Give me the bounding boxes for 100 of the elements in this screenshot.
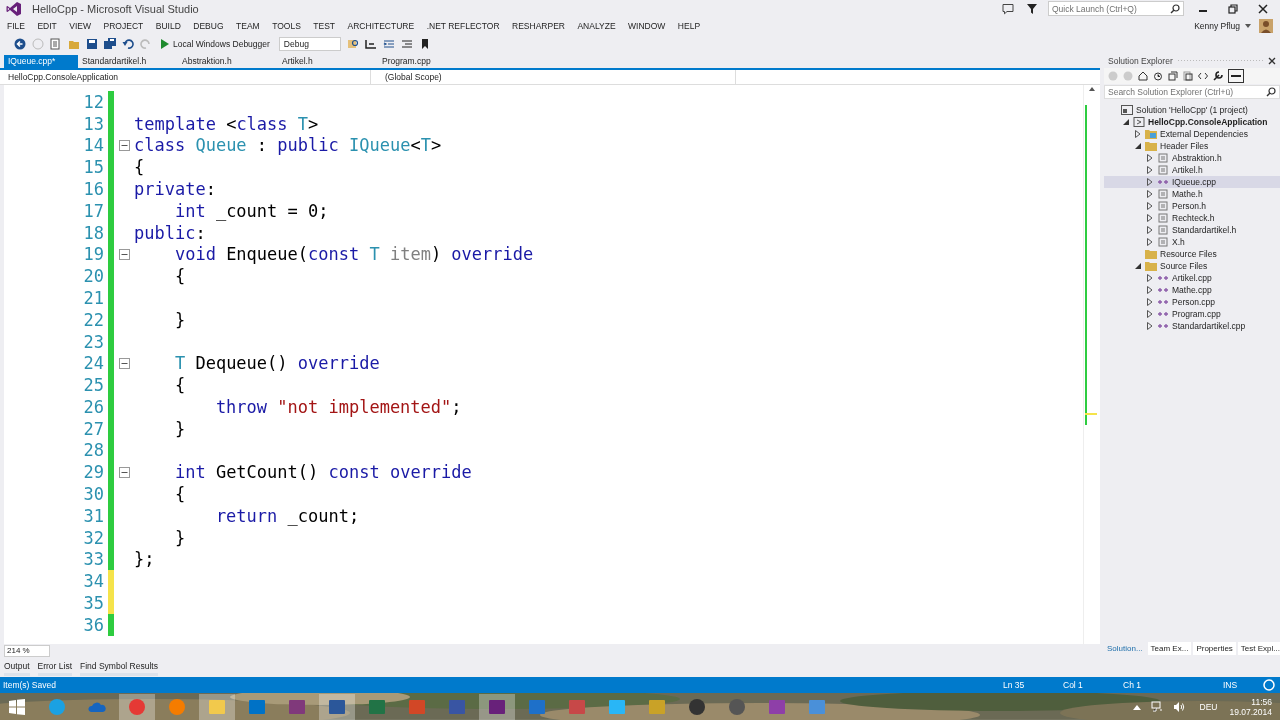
tree-row[interactable]: Person.cpp bbox=[1104, 295, 1280, 308]
tree-row[interactable]: Resource Files bbox=[1104, 247, 1280, 260]
zoom-dropdown[interactable]: 214 % bbox=[4, 644, 50, 657]
tree-row[interactable]: Abstraktion.h bbox=[1104, 151, 1280, 164]
speaker-icon[interactable] bbox=[1172, 700, 1185, 713]
tree-item-label[interactable]: Abstraktion.h bbox=[1172, 152, 1222, 163]
collapsed-arrow-icon[interactable] bbox=[1147, 321, 1153, 330]
clock-date[interactable]: 19.07.2014 bbox=[1229, 706, 1272, 717]
menu-item[interactable]: ARCHITECTURE bbox=[347, 20, 415, 31]
restore-icon[interactable] bbox=[1228, 3, 1238, 14]
tree-item-label[interactable]: Artikel.cpp bbox=[1172, 272, 1212, 283]
tree-item-label[interactable]: Artikel.h bbox=[1172, 164, 1203, 175]
network-icon[interactable] bbox=[1150, 700, 1163, 713]
tree-row[interactable]: Artikel.h bbox=[1104, 163, 1280, 176]
tree-row[interactable]: Rechteck.h bbox=[1104, 211, 1280, 224]
panel-tab[interactable]: Team Ex... bbox=[1147, 642, 1192, 656]
undo-icon[interactable] bbox=[122, 38, 134, 51]
tree-row[interactable]: Artikel.cpp bbox=[1104, 271, 1280, 284]
vertical-scrollbar[interactable] bbox=[1083, 84, 1100, 645]
quick-launch-field[interactable]: Quick Launch (Ctrl+Q) bbox=[1048, 1, 1184, 17]
collapsed-arrow-icon[interactable] bbox=[1147, 237, 1153, 246]
tree-item-label[interactable]: Rechteck.h bbox=[1172, 212, 1215, 223]
taskbar-app-button[interactable] bbox=[319, 693, 355, 720]
expanded-arrow-icon[interactable] bbox=[1123, 118, 1129, 125]
tree-item-label[interactable]: Program.cpp bbox=[1172, 308, 1221, 319]
menu-item[interactable]: TEST bbox=[313, 20, 336, 31]
menu-item[interactable]: TEAM bbox=[236, 20, 260, 31]
save-icon[interactable] bbox=[86, 38, 98, 51]
collapsed-arrow-icon[interactable] bbox=[1147, 297, 1153, 306]
notification-icon[interactable] bbox=[1002, 2, 1014, 15]
tree-item-label[interactable]: Resource Files bbox=[1160, 248, 1217, 259]
collapse-icon[interactable] bbox=[118, 466, 130, 478]
tree-item-label[interactable]: External Dependencies bbox=[1160, 128, 1248, 139]
menu-item[interactable]: VIEW bbox=[69, 20, 92, 31]
tree-row[interactable]: Standardartikel.cpp bbox=[1104, 319, 1280, 332]
tree-row[interactable]: HelloCpp.ConsoleApplication bbox=[1104, 115, 1280, 128]
menu-item[interactable]: EDIT bbox=[37, 20, 57, 31]
tree-row[interactable]: X.h bbox=[1104, 235, 1280, 248]
collapse-icon[interactable] bbox=[118, 357, 130, 369]
code-icon[interactable] bbox=[1198, 70, 1208, 81]
search-field[interactable]: Search Solution Explorer (Ctrl+ü) bbox=[1104, 84, 1280, 99]
tree-item-label[interactable]: Standardartikel.cpp bbox=[1172, 320, 1246, 331]
menu-item[interactable]: WINDOW bbox=[628, 20, 666, 31]
input-language-indicator[interactable]: DEU bbox=[1199, 701, 1218, 712]
configuration-dropdown[interactable]: Debug bbox=[278, 37, 341, 52]
taskbar-app-button[interactable] bbox=[479, 693, 515, 720]
search-icon[interactable] bbox=[1170, 3, 1180, 14]
tree-row[interactable]: Person.h bbox=[1104, 199, 1280, 212]
collapsed-arrow-icon[interactable] bbox=[1147, 189, 1153, 198]
collapsed-arrow-icon[interactable] bbox=[1147, 153, 1153, 162]
menu-item[interactable]: TOOLS bbox=[272, 20, 301, 31]
new-project-icon[interactable] bbox=[50, 38, 62, 51]
tree-item-label[interactable]: HelloCpp.ConsoleApplication bbox=[1148, 116, 1268, 127]
home-icon[interactable] bbox=[1138, 70, 1148, 81]
tree-row[interactable]: Source Files bbox=[1104, 259, 1280, 272]
tree-item-label[interactable]: Header Files bbox=[1160, 140, 1209, 151]
collapse-icon[interactable] bbox=[118, 248, 130, 260]
collapsed-arrow-icon[interactable] bbox=[1147, 225, 1153, 234]
wrench-icon[interactable] bbox=[1213, 70, 1223, 81]
close-icon[interactable] bbox=[1258, 3, 1268, 14]
tree-item-label[interactable]: Person.cpp bbox=[1172, 296, 1215, 307]
document-tab[interactable]: Program.cpp bbox=[378, 54, 478, 68]
scope-dropdown[interactable]: (Global Scope) bbox=[371, 69, 736, 84]
panel-tab[interactable]: Test Expl... bbox=[1237, 642, 1280, 656]
avatar-icon[interactable] bbox=[1259, 18, 1273, 33]
tree-row[interactable]: Standardartikel.h bbox=[1104, 223, 1280, 236]
show-hidden-icons-icon[interactable] bbox=[1132, 703, 1141, 710]
save-all-icon[interactable] bbox=[104, 38, 116, 51]
collapsed-arrow-icon[interactable] bbox=[1147, 273, 1153, 282]
outdent-icon[interactable] bbox=[382, 38, 395, 51]
tree-row[interactable]: External Dependencies bbox=[1104, 127, 1280, 140]
collapsed-arrow-icon[interactable] bbox=[1135, 129, 1141, 138]
tree-item-label[interactable]: Person.h bbox=[1172, 200, 1207, 211]
tree-row[interactable]: Mathe.h bbox=[1104, 187, 1280, 200]
menu-item[interactable]: RESHARPER bbox=[512, 20, 565, 31]
caret-icon[interactable] bbox=[1244, 23, 1251, 28]
tree-row[interactable]: Mathe.cpp bbox=[1104, 283, 1280, 296]
tree-item-label[interactable]: Mathe.h bbox=[1172, 188, 1203, 199]
tree-item-label[interactable]: Standardartikel.h bbox=[1172, 224, 1237, 235]
tree-item-label[interactable]: X.h bbox=[1172, 236, 1185, 247]
menu-item[interactable]: HELP bbox=[677, 20, 701, 31]
collapsed-arrow-icon[interactable] bbox=[1147, 165, 1153, 174]
start-debugging-button[interactable]: Local Windows Debugger bbox=[158, 37, 273, 52]
search-icon[interactable] bbox=[1266, 86, 1276, 97]
menu-item[interactable]: DEBUG bbox=[193, 20, 224, 31]
taskbar-app-button[interactable] bbox=[199, 693, 235, 720]
notification-circle-icon[interactable] bbox=[1263, 679, 1275, 692]
user-name[interactable]: Kenny Pflug bbox=[1194, 20, 1240, 31]
document-tab[interactable]: IQueue.cpp* bbox=[4, 54, 78, 68]
windows-start-button[interactable] bbox=[9, 698, 25, 715]
tree-item-label[interactable]: IQueue.cpp bbox=[1172, 176, 1216, 187]
collapsed-arrow-icon[interactable] bbox=[1147, 213, 1153, 222]
project-dropdown[interactable]: HelloCpp.ConsoleApplication bbox=[4, 69, 371, 84]
tree-row[interactable]: Program.cpp bbox=[1104, 307, 1280, 320]
collapse-icon[interactable] bbox=[118, 139, 130, 151]
tree-row[interactable]: Header Files bbox=[1104, 139, 1280, 152]
collapsed-arrow-icon[interactable] bbox=[1147, 285, 1153, 294]
history-icon[interactable] bbox=[1153, 70, 1163, 81]
expanded-arrow-icon[interactable] bbox=[1135, 262, 1141, 269]
menu-item[interactable]: .NET REFLECTOR bbox=[426, 20, 500, 31]
